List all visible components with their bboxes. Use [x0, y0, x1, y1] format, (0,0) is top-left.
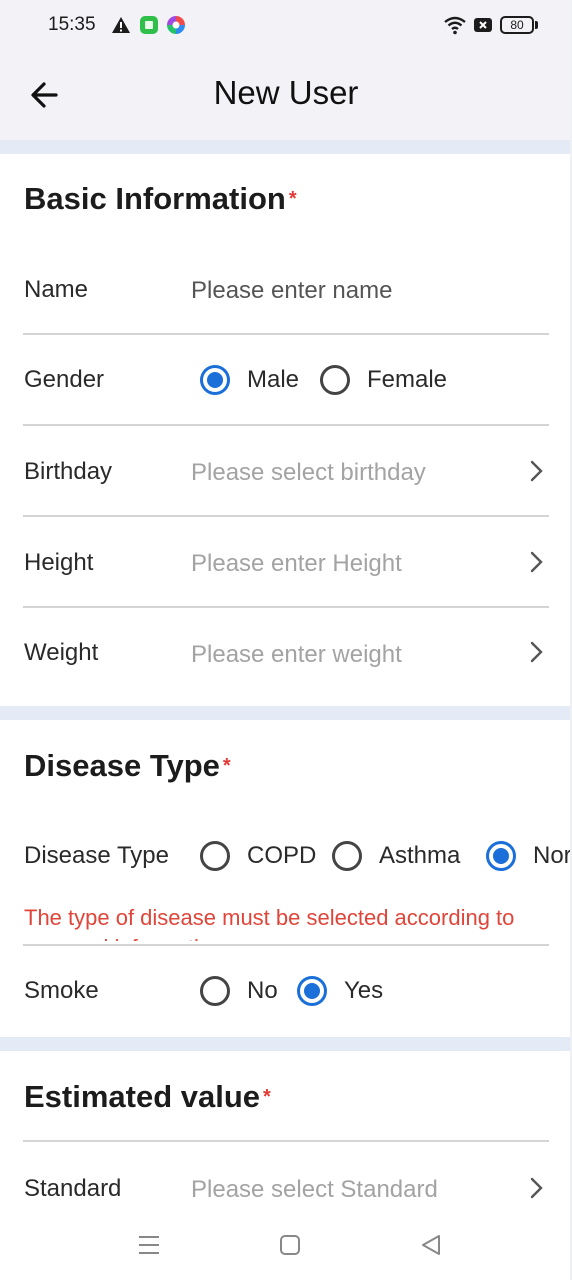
- warning-icon: [112, 17, 130, 33]
- section-gap: [0, 140, 572, 154]
- disease-copd-radio[interactable]: [200, 841, 230, 871]
- status-time: 15:35: [48, 14, 96, 35]
- section-gap: [0, 706, 572, 720]
- height-input[interactable]: Please enter Height: [191, 550, 402, 578]
- disease-normal-label-clip: Nor: [533, 842, 570, 874]
- section-gap: [0, 1037, 572, 1051]
- standard-label: Standard: [24, 1175, 122, 1202]
- battery-icon: 80: [500, 16, 534, 34]
- divider: [23, 606, 549, 608]
- disease-asthma-label[interactable]: Asthma: [379, 842, 460, 870]
- disease-type-label: Disease Type: [24, 842, 169, 869]
- section-title-basic: Basic Information *: [24, 181, 297, 217]
- divider: [23, 333, 549, 335]
- section-title-text: Basic Information: [24, 181, 286, 216]
- smoke-yes-label[interactable]: Yes: [344, 977, 383, 1005]
- required-mark: *: [222, 755, 231, 777]
- disease-normal-radio[interactable]: [486, 841, 516, 871]
- wifi-icon: [444, 16, 466, 35]
- gender-male-radio[interactable]: [200, 365, 230, 395]
- required-mark: *: [263, 1086, 271, 1108]
- app-icon: [140, 16, 158, 34]
- chevron-right-icon: [530, 641, 543, 663]
- divider: [23, 1140, 549, 1142]
- gender-male-label[interactable]: Male: [247, 366, 299, 394]
- page-title: New User: [213, 74, 359, 111]
- birthday-picker[interactable]: Please select birthday: [191, 459, 426, 487]
- smoke-yes-radio[interactable]: [297, 976, 327, 1006]
- disease-error-message: The type of disease must be selected acc…: [24, 905, 515, 941]
- section-title-text: Estimated value: [24, 1079, 261, 1114]
- chevron-right-icon: [530, 551, 543, 573]
- battery-level: 80: [510, 18, 524, 32]
- home-square-icon[interactable]: [277, 1232, 303, 1258]
- section-title-disease: Disease Type *: [24, 748, 231, 784]
- pinwheel-icon: [167, 16, 185, 34]
- battery-tip: [535, 21, 538, 29]
- sim-off-icon: [474, 18, 492, 32]
- standard-picker[interactable]: Please select Standard: [191, 1176, 438, 1204]
- back-triangle-icon[interactable]: [418, 1232, 444, 1258]
- disease-copd-label[interactable]: COPD: [247, 842, 316, 870]
- app-header: New User: [0, 50, 572, 140]
- divider: [23, 424, 549, 426]
- weight-input[interactable]: Please enter weight: [191, 641, 402, 669]
- gender-female-label[interactable]: Female: [367, 366, 447, 394]
- height-label: Height: [24, 549, 94, 576]
- name-input[interactable]: Please enter name: [191, 277, 392, 305]
- chevron-right-icon: [530, 1177, 543, 1199]
- disease-asthma-radio[interactable]: [332, 841, 362, 871]
- gender-label: Gender: [24, 366, 105, 393]
- gender-female-radio[interactable]: [320, 365, 350, 395]
- smoke-label: Smoke: [24, 977, 99, 1004]
- divider: [23, 944, 549, 946]
- disease-normal-label[interactable]: Nor: [533, 842, 570, 870]
- section-title-estimated: Estimated value *: [24, 1079, 271, 1115]
- required-mark: *: [288, 188, 297, 210]
- smoke-no-label[interactable]: No: [247, 977, 278, 1005]
- smoke-no-radio[interactable]: [200, 976, 230, 1006]
- birthday-label: Birthday: [24, 458, 113, 485]
- divider: [23, 515, 549, 517]
- menu-icon[interactable]: [136, 1232, 162, 1258]
- chevron-right-icon: [530, 460, 543, 482]
- system-nav-bar: [0, 1214, 572, 1280]
- weight-label: Weight: [24, 639, 99, 666]
- section-title-text: Disease Type: [24, 748, 220, 783]
- name-label: Name: [24, 276, 89, 303]
- status-bar: 15:35 80: [0, 0, 572, 50]
